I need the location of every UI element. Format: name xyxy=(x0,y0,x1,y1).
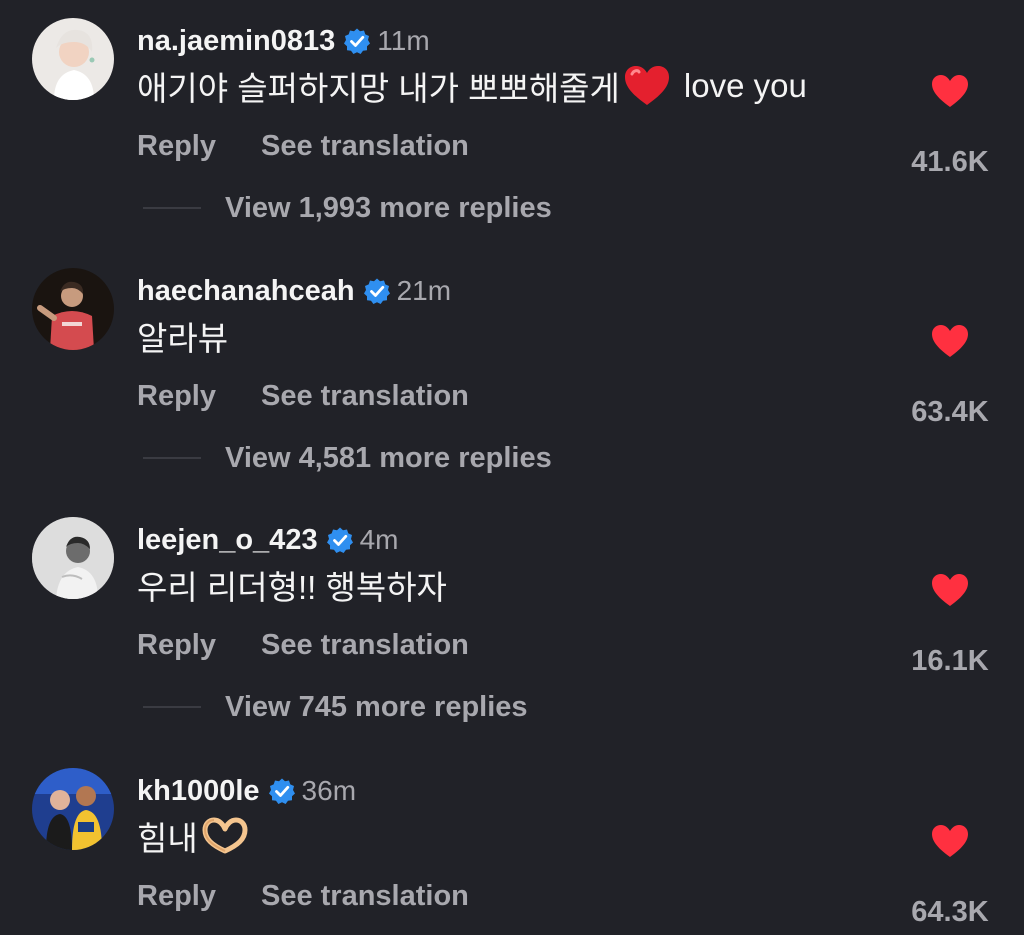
avatar-image xyxy=(32,18,114,100)
view-replies-label[interactable]: View 4,581 more replies xyxy=(225,438,552,478)
like-section: 41.6K xyxy=(895,74,1005,184)
see-translation-button[interactable]: See translation xyxy=(261,880,469,913)
comment-actions: Reply See translation xyxy=(137,126,469,166)
username[interactable]: leejen_o_423 xyxy=(137,524,318,557)
verified-badge-icon xyxy=(268,777,296,805)
like-heart-icon[interactable] xyxy=(931,324,969,358)
replies-divider xyxy=(143,457,201,459)
comment-text: 우리 리더형!! 행복하자 xyxy=(137,565,447,606)
red-heart-emoji-icon xyxy=(624,65,670,107)
like-heart-icon[interactable] xyxy=(931,824,969,858)
avatar[interactable] xyxy=(32,517,114,599)
see-translation-button[interactable]: See translation xyxy=(261,130,469,163)
reply-button[interactable]: Reply xyxy=(137,380,216,413)
replies-divider xyxy=(143,207,201,209)
comment-time: 11m xyxy=(377,25,430,56)
like-section: 16.1K xyxy=(895,573,1005,683)
comment-item: leejen_o_423 4m 우리 리더형!! 행복하자 Reply See … xyxy=(0,517,1024,723)
avatar[interactable] xyxy=(32,768,114,850)
comment-header: na.jaemin0813 11m xyxy=(137,24,430,58)
reply-button[interactable]: Reply xyxy=(137,880,216,913)
comment-header: haechanahceah 21m xyxy=(137,274,451,308)
comment-time: 36m xyxy=(301,775,357,806)
comment-actions: Reply See translation xyxy=(137,876,469,916)
like-section: 64.3K xyxy=(895,824,1005,934)
comment-text: 힘내 xyxy=(137,816,262,857)
view-replies-label[interactable]: View 745 more replies xyxy=(225,687,528,727)
comments-list: na.jaemin0813 11m 애기야 슬퍼하지망 내가 뽀뽀해줄게 lov… xyxy=(0,0,1024,935)
comment-time: 4m xyxy=(359,524,399,555)
like-count: 63.4K xyxy=(911,396,989,428)
comment-item: kh1000le 36m 힘내 Reply See translation 64… xyxy=(0,768,1024,935)
comment-header: kh1000le 36m xyxy=(137,774,356,808)
comment-item: haechanahceah 21m 알라뷰 Reply See translat… xyxy=(0,268,1024,474)
like-count: 64.3K xyxy=(911,896,989,928)
see-translation-button[interactable]: See translation xyxy=(261,380,469,413)
like-heart-icon[interactable] xyxy=(931,74,969,108)
avatar-image xyxy=(32,517,114,599)
reply-button[interactable]: Reply xyxy=(137,629,216,662)
view-replies-label[interactable]: View 1,993 more replies xyxy=(225,188,552,228)
comment-item: na.jaemin0813 11m 애기야 슬퍼하지망 내가 뽀뽀해줄게 lov… xyxy=(0,18,1024,224)
comment-text-main: 알라뷰 xyxy=(137,320,229,357)
verified-badge-icon xyxy=(326,526,354,554)
comment-text: 애기야 슬퍼하지망 내가 뽀뽀해줄게 love you xyxy=(137,65,807,107)
comment-header: leejen_o_423 4m xyxy=(137,523,398,557)
heart-hands-emoji-icon xyxy=(202,817,248,855)
comment-actions: Reply See translation xyxy=(137,376,469,416)
like-section: 63.4K xyxy=(895,324,1005,434)
username[interactable]: na.jaemin0813 xyxy=(137,25,335,58)
avatar-image xyxy=(32,768,114,850)
username[interactable]: kh1000le xyxy=(137,775,260,808)
username[interactable]: haechanahceah xyxy=(137,275,355,308)
like-count: 41.6K xyxy=(911,146,989,178)
avatar-image xyxy=(32,268,114,350)
comment-actions: Reply See translation xyxy=(137,625,469,665)
view-replies-button[interactable]: View 1,993 more replies xyxy=(0,188,1024,228)
view-replies-button[interactable]: View 4,581 more replies xyxy=(0,438,1024,478)
see-translation-button[interactable]: See translation xyxy=(261,629,469,662)
view-replies-button[interactable]: View 745 more replies xyxy=(0,687,1024,727)
comment-time: 21m xyxy=(396,275,452,306)
like-heart-icon[interactable] xyxy=(931,573,969,607)
like-count: 16.1K xyxy=(911,645,989,677)
verified-badge-icon xyxy=(343,27,371,55)
avatar[interactable] xyxy=(32,18,114,100)
comment-text-suffix: love you xyxy=(683,67,807,104)
verified-badge-icon xyxy=(363,277,391,305)
reply-button[interactable]: Reply xyxy=(137,130,216,163)
comment-text-main: 애기야 슬퍼하지망 내가 뽀뽀해줄게 xyxy=(137,70,620,107)
comment-text-main: 힘내 xyxy=(137,820,198,857)
avatar[interactable] xyxy=(32,268,114,350)
comment-text-main: 우리 리더형!! 행복하자 xyxy=(137,569,447,606)
replies-divider xyxy=(143,706,201,708)
comment-text: 알라뷰 xyxy=(137,316,228,357)
